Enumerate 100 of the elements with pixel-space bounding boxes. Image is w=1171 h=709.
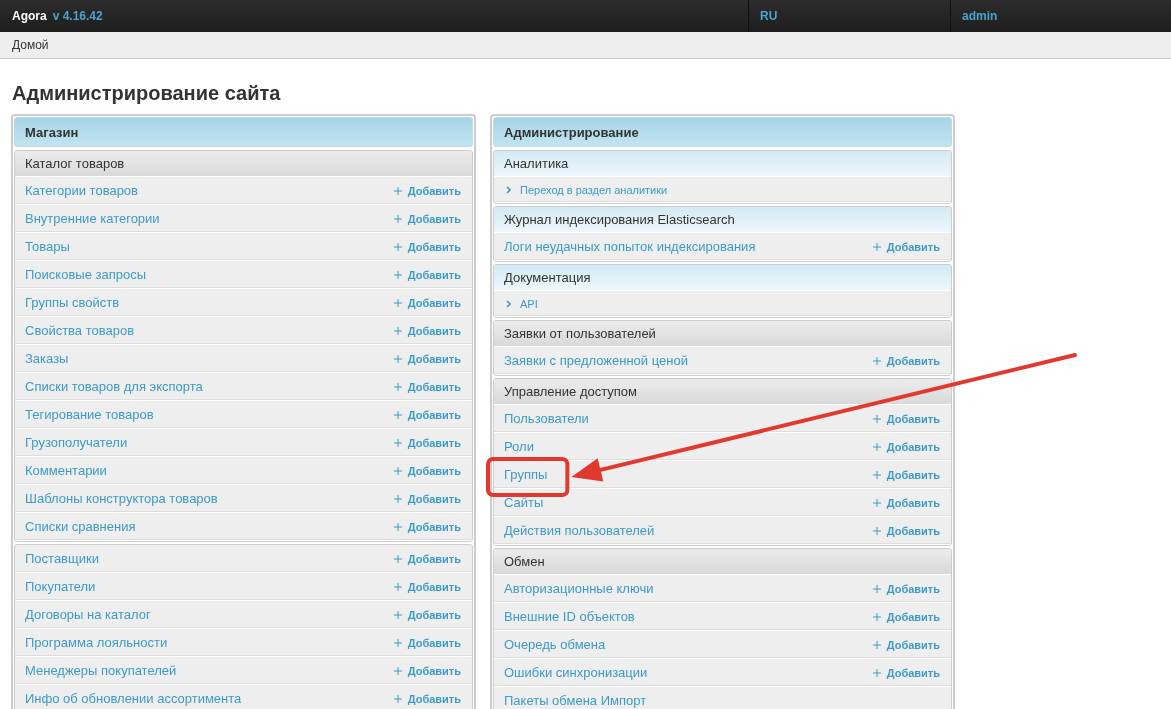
model-link[interactable]: Грузополучатели: [25, 435, 128, 450]
add-link[interactable]: Добавить: [393, 664, 461, 677]
plus-icon: [393, 694, 402, 703]
add-link[interactable]: Добавить: [872, 524, 940, 537]
add-link[interactable]: Добавить: [872, 638, 940, 651]
model-link[interactable]: Тегирование товаров: [25, 407, 154, 422]
add-link[interactable]: Добавить: [393, 268, 461, 281]
add-link[interactable]: Добавить: [872, 468, 940, 481]
add-link[interactable]: Добавить: [872, 666, 940, 679]
plus-icon: [872, 442, 881, 451]
add-link[interactable]: Добавить: [872, 240, 940, 253]
add-link[interactable]: Добавить: [872, 582, 940, 595]
plus-icon: [393, 298, 402, 307]
version-label: v 4.16.42: [52, 9, 103, 23]
plus-icon: [872, 640, 881, 649]
plus-icon: [393, 494, 402, 503]
add-link[interactable]: Добавить: [393, 552, 461, 565]
group-header: Документация: [494, 265, 951, 291]
model-link[interactable]: Свойства товаров: [25, 323, 135, 338]
add-link[interactable]: Добавить: [872, 496, 940, 509]
model-link[interactable]: Сайты: [504, 495, 544, 510]
model-link[interactable]: Внутренние категории: [25, 211, 160, 226]
add-link[interactable]: Добавить: [393, 636, 461, 649]
add-link[interactable]: Добавить: [872, 412, 940, 425]
add-link[interactable]: Добавить: [393, 184, 461, 197]
model-link[interactable]: Программа лояльности: [25, 635, 168, 650]
model-link[interactable]: Роли: [504, 439, 534, 454]
model-link[interactable]: Очередь обмена: [504, 637, 606, 652]
plus-icon: [393, 610, 402, 619]
add-link[interactable]: Добавить: [393, 580, 461, 593]
panel-header: Администрирование: [493, 117, 952, 147]
model-link[interactable]: Пакеты обмена Импорт: [504, 693, 647, 708]
language-link[interactable]: RU: [760, 9, 778, 23]
plus-icon: [872, 242, 881, 251]
plus-icon: [872, 414, 881, 423]
add-link[interactable]: Добавить: [872, 440, 940, 453]
add-link[interactable]: Добавить: [393, 436, 461, 449]
model-link[interactable]: Ошибки синхронизации: [504, 665, 648, 680]
model-link[interactable]: Комментарии: [25, 463, 107, 478]
brand-name: Agora: [12, 9, 47, 23]
model-link[interactable]: Группы: [504, 467, 548, 482]
plus-icon: [393, 554, 402, 563]
model-link[interactable]: Списки товаров для экспорта: [25, 379, 203, 394]
user-link[interactable]: admin: [962, 9, 998, 23]
model-link[interactable]: Поисковые запросы: [25, 267, 147, 282]
add-link[interactable]: Добавить: [872, 354, 940, 367]
model-link[interactable]: Менеджеры покупателей: [25, 663, 177, 678]
panel-header: Магазин: [14, 117, 473, 147]
add-link[interactable]: Добавить: [393, 240, 461, 253]
model-link[interactable]: Заказы: [25, 351, 69, 366]
model-link[interactable]: Заявки с предложенной ценой: [504, 353, 688, 368]
model-link[interactable]: Группы свойств: [25, 295, 120, 310]
plus-icon: [393, 638, 402, 647]
model-link[interactable]: Списки сравнения: [25, 519, 136, 534]
add-link[interactable]: Добавить: [393, 492, 461, 505]
add-link[interactable]: Добавить: [393, 520, 461, 533]
chevron-icon: [506, 185, 511, 194]
section-link[interactable]: Переход в раздел аналитики: [504, 183, 668, 196]
add-link[interactable]: Добавить: [872, 610, 940, 623]
add-link[interactable]: Добавить: [393, 380, 461, 393]
model-link[interactable]: Покупатели: [25, 579, 96, 594]
model-link[interactable]: Товары: [25, 239, 70, 254]
plus-icon: [393, 410, 402, 419]
plus-icon: [872, 584, 881, 593]
model-link[interactable]: Шаблоны конструктора товаров: [25, 491, 218, 506]
plus-icon: [393, 438, 402, 447]
plus-icon: [393, 186, 402, 195]
add-link[interactable]: Добавить: [393, 324, 461, 337]
model-link[interactable]: Инфо об обновлении ассортимента: [25, 691, 242, 706]
add-link[interactable]: Добавить: [393, 352, 461, 365]
plus-icon: [393, 666, 402, 675]
add-link[interactable]: Добавить: [393, 296, 461, 309]
add-link[interactable]: Добавить: [393, 408, 461, 421]
model-link[interactable]: Договоры на каталог: [25, 607, 151, 622]
plus-icon: [393, 522, 402, 531]
plus-icon: [393, 242, 402, 251]
group-header: Аналитика: [494, 151, 951, 177]
model-link[interactable]: Категории товаров: [25, 183, 138, 198]
plus-icon: [393, 326, 402, 335]
add-link[interactable]: Добавить: [393, 464, 461, 477]
model-link[interactable]: Внешние ID объектов: [504, 609, 635, 624]
plus-icon: [393, 270, 402, 279]
model-link[interactable]: Действия пользователей: [504, 523, 655, 538]
add-link[interactable]: Добавить: [393, 212, 461, 225]
page-title: Администрирование сайта: [12, 81, 282, 105]
add-link[interactable]: Добавить: [393, 608, 461, 621]
model-link[interactable]: Логи неудачных попыток индексирования: [504, 239, 756, 254]
plus-icon: [393, 382, 402, 391]
add-link[interactable]: Добавить: [393, 692, 461, 705]
model-link[interactable]: Пользователи: [504, 411, 589, 426]
plus-icon: [872, 498, 881, 507]
breadcrumb-link[interactable]: Домой: [12, 38, 49, 52]
plus-icon: [393, 214, 402, 223]
model-link[interactable]: Поставщики: [25, 551, 99, 566]
model-link[interactable]: Авторизационные ключи: [504, 581, 654, 596]
section-link[interactable]: API: [504, 297, 538, 310]
group-header: Управление доступом: [494, 379, 951, 405]
plus-icon: [872, 612, 881, 621]
group-header: Заявки от пользователей: [494, 321, 951, 347]
plus-icon: [872, 526, 881, 535]
